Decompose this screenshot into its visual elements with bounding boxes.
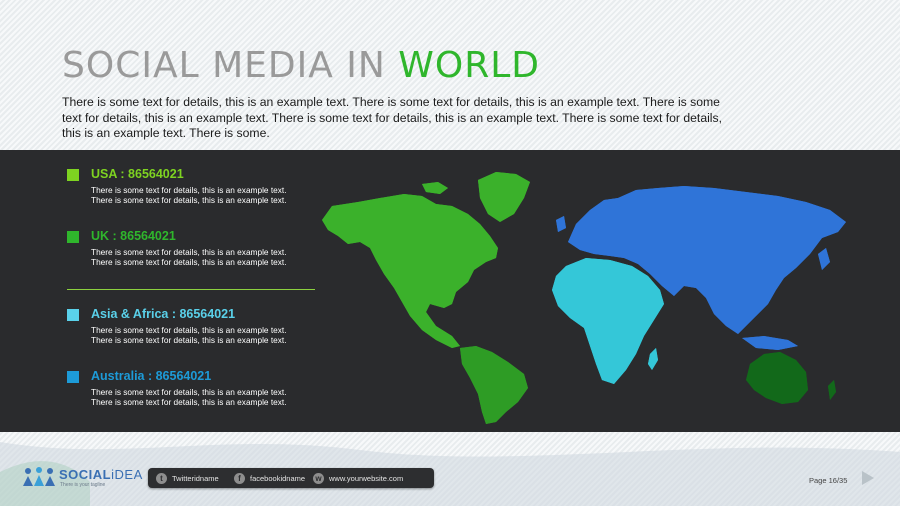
- brand-name-part1: SOCIAL: [59, 467, 112, 482]
- next-slide-arrow-icon[interactable]: [861, 470, 875, 486]
- asia-africa-color-square: [67, 309, 79, 321]
- social-link-facebook[interactable]: f facebookidname: [234, 472, 305, 484]
- stat-uk-desc: There is some text for details, this is …: [91, 247, 287, 267]
- world-map: [322, 172, 846, 424]
- uk-color-square: [67, 231, 79, 243]
- stat-usa-desc: There is some text for details, this is …: [91, 185, 287, 205]
- page-number: Page 16/35: [809, 476, 848, 485]
- intro-text: There is some text for details, this is …: [62, 95, 722, 140]
- usa-color-square: [67, 169, 79, 181]
- title-part-green: WORLD: [398, 45, 541, 86]
- social-link-twitter[interactable]: t Twitteridname: [156, 472, 219, 484]
- brand-tagline: There is your tagline: [60, 482, 106, 488]
- title-part-gray: SOCIAL MEDIA IN: [62, 45, 399, 86]
- page-title: SOCIAL MEDIA IN WORLD: [62, 48, 540, 84]
- social-link-website[interactable]: w www.yourwebsite.com: [313, 472, 403, 484]
- social-bar: t Twitteridname f facebookidname w www.y…: [148, 468, 434, 488]
- brand-name: SOCIALiDEA: [59, 467, 143, 482]
- map-stripe-overlay: [322, 172, 846, 424]
- stat-usa-label: USA : 86564021: [91, 167, 184, 181]
- website-url: www.yourwebsite.com: [329, 473, 404, 483]
- twitter-handle: Twitteridname: [172, 473, 219, 483]
- facebook-icon: f: [234, 472, 245, 484]
- australia-color-square: [67, 371, 79, 383]
- stat-australia-label: Australia : 86564021: [91, 369, 212, 383]
- brand-logo-icon: [23, 467, 55, 486]
- stat-asia-africa-label: Asia & Africa : 86564021: [91, 307, 236, 321]
- stat-uk-label: UK : 86564021: [91, 229, 176, 243]
- stats-divider: [67, 289, 315, 290]
- stat-asia-africa-desc: There is some text for details, this is …: [91, 325, 287, 345]
- facebook-handle: facebookidname: [250, 473, 306, 483]
- twitter-icon: t: [156, 472, 167, 484]
- stat-australia-desc: There is some text for details, this is …: [91, 387, 287, 407]
- web-icon: w: [313, 472, 324, 484]
- content-band: USA : 86564021 There is some text for de…: [0, 150, 900, 432]
- brand-name-part2: iDEA: [111, 467, 143, 482]
